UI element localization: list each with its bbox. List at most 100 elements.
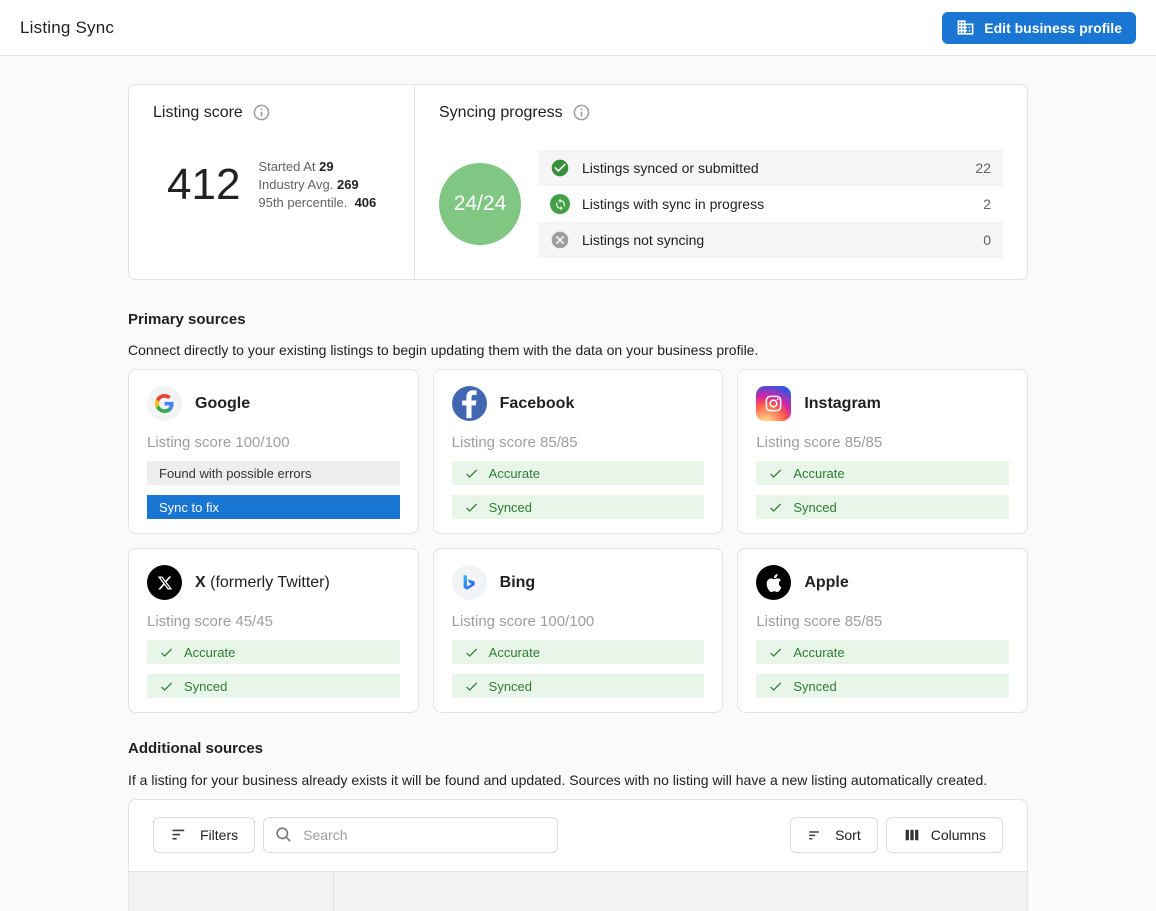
syncing-progress-panel: Syncing progress 24/24 Listings synced o… — [415, 85, 1027, 279]
additional-sources-heading: Additional sources — [128, 739, 1028, 758]
sync-row-in-progress: Listings with sync in progress 2 — [538, 186, 1003, 222]
additional-sources-description: If a listing for your business already e… — [128, 771, 1028, 789]
sync-row-value: 22 — [975, 160, 991, 176]
check-icon — [768, 500, 783, 515]
status-accurate: Accurate — [452, 640, 705, 664]
source-name: Bing — [500, 574, 536, 592]
edit-business-profile-button[interactable]: Edit business profile — [942, 12, 1136, 44]
status-accurate: Accurate — [756, 461, 1009, 485]
source-card-instagram: Instagram Listing score 85/85 Accurate S… — [737, 369, 1028, 534]
sync-rows: Listings synced or submitted 22 Listings… — [538, 150, 1003, 258]
status-accurate: Accurate — [147, 640, 400, 664]
check-icon — [159, 679, 174, 694]
listing-score-title: Listing score — [153, 104, 243, 122]
source-card-google: Google Listing score 100/100 Found with … — [128, 369, 419, 534]
check-icon — [768, 645, 783, 660]
columns-label: Columns — [931, 827, 986, 843]
stat-industry-avg: Industry Avg. 269 — [258, 176, 376, 194]
x-logo-icon — [147, 565, 182, 600]
source-name: Instagram — [804, 395, 880, 413]
building-icon — [956, 18, 975, 37]
status-found-with-errors: Found with possible errors — [147, 461, 400, 485]
filter-icon — [170, 825, 190, 845]
source-listing-score: Listing score 100/100 — [147, 434, 400, 451]
table-toolbar: Filters Sort Columns — [129, 800, 1027, 871]
overview-card: Listing score 412 Started At 29 Industry… — [128, 84, 1028, 280]
search-icon — [274, 825, 293, 844]
source-name: Facebook — [500, 395, 575, 413]
columns-button[interactable]: Columns — [886, 817, 1003, 853]
source-card-facebook: Facebook Listing score 85/85 Accurate Sy… — [433, 369, 724, 534]
source-name: Apple — [804, 574, 848, 592]
status-synced: Synced — [452, 674, 705, 698]
primary-sources-description: Connect directly to your existing listin… — [128, 341, 1028, 359]
source-name: X (formerly Twitter) — [195, 574, 330, 592]
source-card-bing: Bing Listing score 100/100 Accurate Sync… — [433, 548, 724, 713]
syncing-progress-title: Syncing progress — [439, 104, 563, 122]
status-accurate: Accurate — [452, 461, 705, 485]
stat-95th-percentile: 95th percentile. 406 — [258, 194, 376, 212]
check-icon — [464, 500, 479, 515]
instagram-logo-icon — [756, 386, 791, 421]
listing-score-panel: Listing score 412 Started At 29 Industry… — [129, 85, 415, 279]
page-title: Listing Sync — [20, 18, 114, 38]
status-synced: Synced — [756, 674, 1009, 698]
table-header-cell — [129, 872, 334, 911]
sync-row-label: Listings not syncing — [582, 232, 971, 248]
check-icon — [768, 679, 783, 694]
search-input[interactable] — [301, 826, 547, 844]
sync-row-value: 2 — [983, 196, 991, 212]
status-accurate: Accurate — [756, 640, 1009, 664]
source-card-apple: Apple Listing score 85/85 Accurate Synce… — [737, 548, 1028, 713]
source-listing-score: Listing score 85/85 — [452, 434, 705, 451]
table-header-cell — [334, 872, 1027, 911]
status-synced: Synced — [756, 495, 1009, 519]
check-icon — [464, 679, 479, 694]
status-synced: Synced — [452, 495, 705, 519]
sort-icon — [807, 826, 825, 844]
sync-to-fix-button[interactable]: Sync to fix — [147, 495, 400, 519]
search-box[interactable] — [263, 817, 558, 853]
main-content: Listing score 412 Started At 29 Industry… — [128, 84, 1028, 911]
status-synced: Synced — [147, 674, 400, 698]
filters-label: Filters — [200, 827, 238, 843]
additional-sources-table-card: Filters Sort Columns — [128, 799, 1028, 911]
source-listing-score: Listing score 100/100 — [452, 613, 705, 630]
sync-row-label: Listings with sync in progress — [582, 196, 971, 212]
info-icon[interactable] — [572, 103, 591, 122]
source-listing-score: Listing score 45/45 — [147, 613, 400, 630]
info-icon[interactable] — [252, 103, 271, 122]
sort-button[interactable]: Sort — [790, 817, 878, 853]
check-circle-icon — [550, 158, 570, 178]
apple-logo-icon — [756, 565, 791, 600]
columns-icon — [903, 826, 921, 844]
sort-label: Sort — [835, 827, 861, 843]
stat-started-at: Started At 29 — [258, 158, 376, 176]
sync-row-synced: Listings synced or submitted 22 — [538, 150, 1003, 186]
check-icon — [464, 645, 479, 660]
sync-row-label: Listings synced or submitted — [582, 160, 963, 176]
source-card-x: X (formerly Twitter) Listing score 45/45… — [128, 548, 419, 713]
source-listing-score: Listing score 85/85 — [756, 613, 1009, 630]
bing-logo-icon — [452, 565, 487, 600]
sync-progress-circle: 24/24 — [439, 163, 521, 245]
facebook-logo-icon — [452, 386, 487, 421]
check-icon — [464, 466, 479, 481]
primary-sources-heading: Primary sources — [128, 310, 1028, 329]
not-syncing-icon — [550, 230, 570, 250]
table-header-row — [129, 871, 1027, 911]
primary-sources-grid: Google Listing score 100/100 Found with … — [128, 369, 1028, 713]
check-icon — [768, 466, 783, 481]
sync-row-value: 0 — [983, 232, 991, 248]
source-name: Google — [195, 395, 250, 413]
check-icon — [159, 645, 174, 660]
listing-score-value: 412 — [167, 163, 240, 207]
top-bar: Listing Sync Edit business profile — [0, 0, 1156, 56]
source-listing-score: Listing score 85/85 — [756, 434, 1009, 451]
edit-business-profile-label: Edit business profile — [984, 20, 1122, 36]
filters-button[interactable]: Filters — [153, 817, 255, 853]
google-logo-icon — [147, 386, 182, 421]
listing-score-stats: Started At 29 Industry Avg. 269 95th per… — [258, 158, 376, 212]
sync-row-not-syncing: Listings not syncing 0 — [538, 222, 1003, 258]
sync-in-progress-icon — [550, 194, 570, 214]
